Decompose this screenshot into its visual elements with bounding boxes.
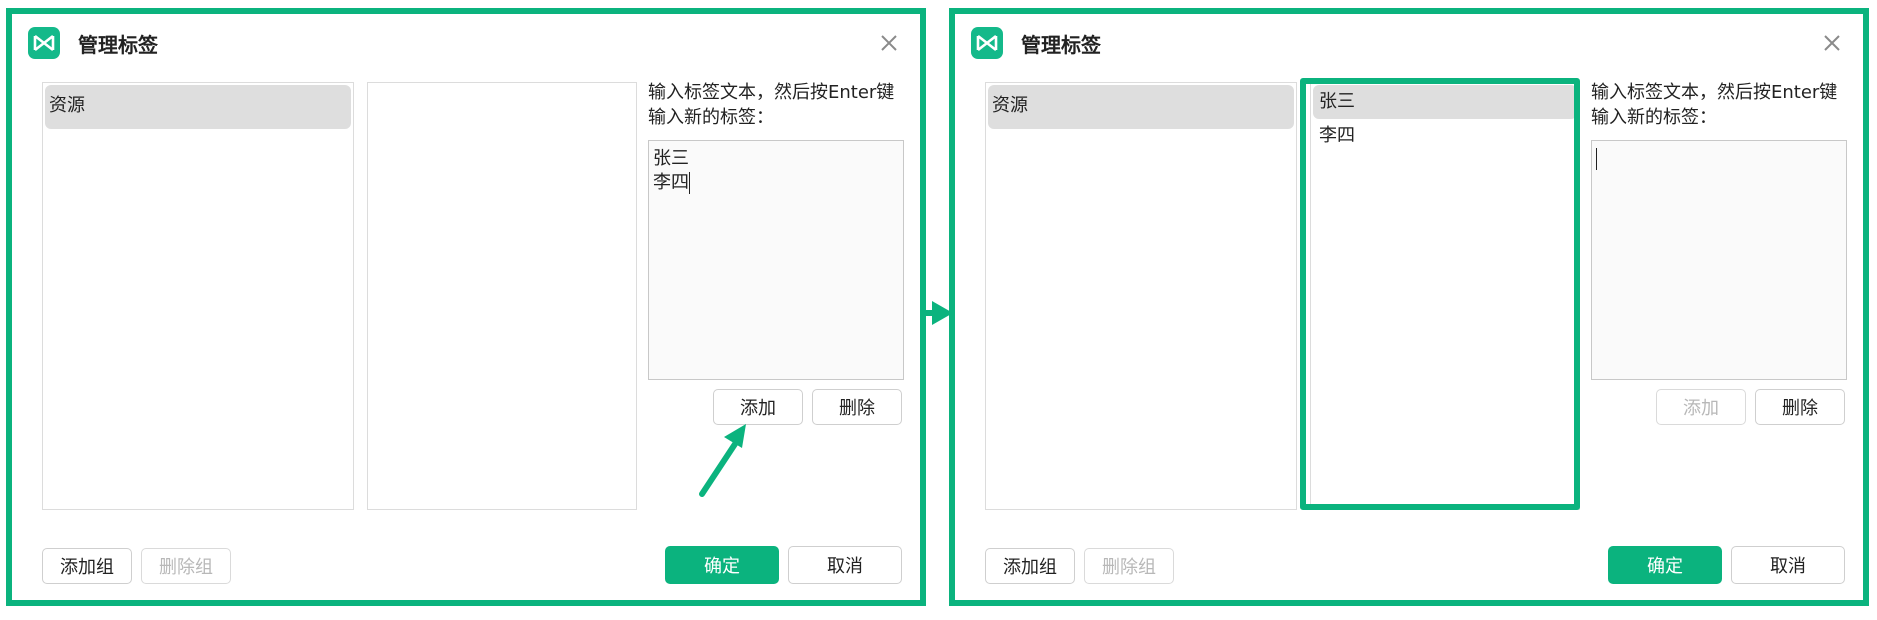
group-item-resources[interactable]: 资源: [988, 85, 1294, 129]
add-group-button[interactable]: 添加组: [985, 548, 1075, 584]
group-list[interactable]: 资源: [42, 82, 354, 510]
add-group-button[interactable]: 添加组: [42, 548, 132, 584]
entry-line-with-caret: 李四: [653, 172, 690, 194]
delete-group-button[interactable]: 删除组: [141, 548, 231, 584]
delete-group-button[interactable]: 删除组: [1084, 548, 1174, 584]
group-item-resources[interactable]: 资源: [45, 85, 351, 129]
tag-item[interactable]: 张三: [1313, 85, 1577, 119]
ok-button[interactable]: 确定: [1608, 546, 1722, 584]
text-caret: [689, 172, 690, 194]
add-tag-button[interactable]: 添加: [713, 389, 803, 425]
app-logo-icon: [971, 27, 1003, 59]
app-logo-icon: [28, 27, 60, 59]
input-hint: 输入标签文本，然后按Enter键 输入新的标签：: [648, 82, 895, 128]
entry-line: 张三: [653, 148, 689, 169]
dialog-header: 管理标签: [971, 26, 1101, 60]
new-tag-textarea[interactable]: 张三 李四: [648, 140, 904, 380]
delete-tag-button[interactable]: 删除: [812, 389, 902, 425]
dialog-header: 管理标签: [28, 26, 158, 60]
input-hint: 输入标签文本，然后按Enter键 输入新的标签：: [1591, 82, 1838, 128]
close-icon[interactable]: [874, 28, 904, 58]
entry-line-with-caret: [1596, 147, 1842, 171]
group-list[interactable]: 资源: [985, 82, 1297, 510]
tag-item[interactable]: 李四: [1313, 119, 1577, 153]
tag-list[interactable]: 张三 李四: [1310, 82, 1580, 510]
add-tag-button[interactable]: 添加: [1656, 389, 1746, 425]
cancel-button[interactable]: 取消: [1731, 546, 1845, 584]
comparison-stage: 管理标签 资源 输入标签文本，然后按Enter键 输入新的标签： 张三 李四 添…: [0, 0, 1877, 620]
ok-button[interactable]: 确定: [665, 546, 779, 584]
dialog-title: 管理标签: [1021, 32, 1101, 57]
cancel-button[interactable]: 取消: [788, 546, 902, 584]
manage-tags-dialog-before: 管理标签 资源 输入标签文本，然后按Enter键 输入新的标签： 张三 李四 添…: [6, 8, 926, 606]
dialog-title: 管理标签: [78, 32, 158, 57]
close-icon[interactable]: [1817, 28, 1847, 58]
new-tag-textarea[interactable]: [1591, 140, 1847, 380]
tag-list[interactable]: [367, 82, 637, 510]
text-caret: [1596, 148, 1597, 170]
delete-tag-button[interactable]: 删除: [1755, 389, 1845, 425]
manage-tags-dialog-after: 管理标签 资源 张三 李四 输入标签文本，然后按Enter键 输入新的标签： 添…: [949, 8, 1869, 606]
